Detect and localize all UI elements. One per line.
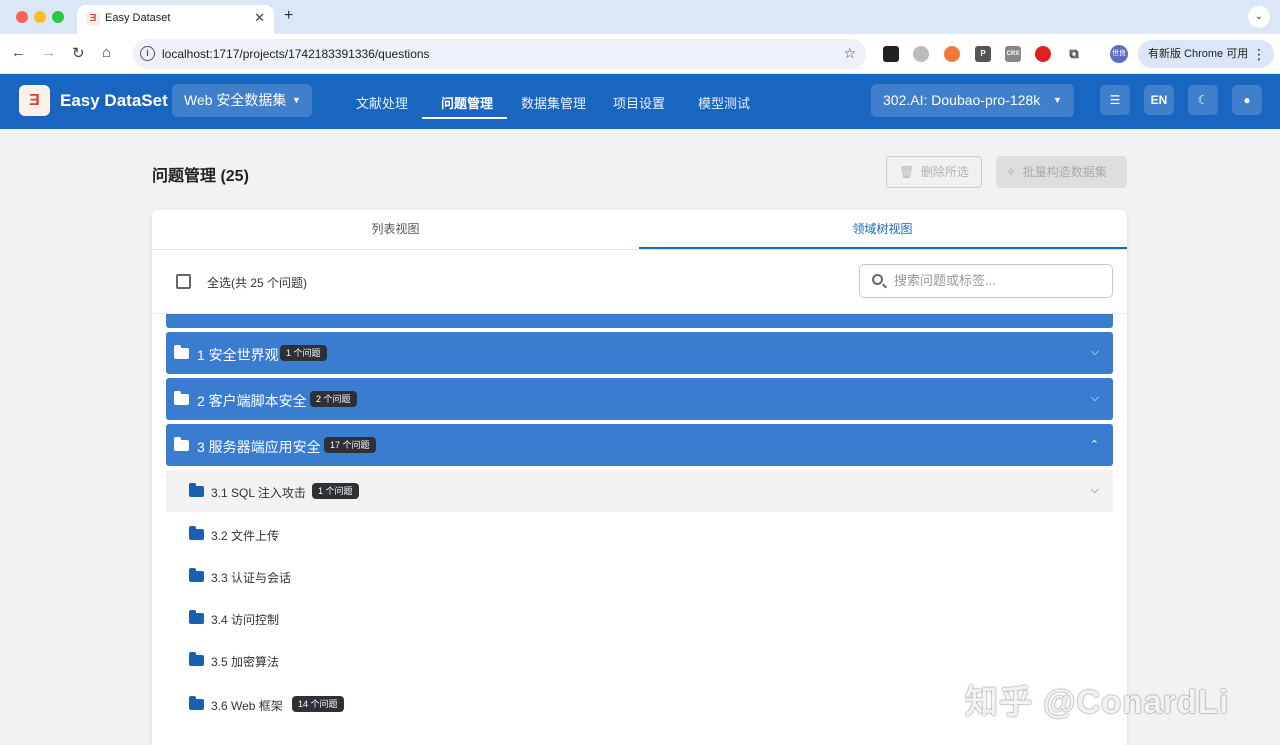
window-minimize-button[interactable] xyxy=(34,11,46,23)
question-count-badge: 2 个问题 xyxy=(310,391,357,407)
window-close-button[interactable] xyxy=(16,11,28,23)
trash-icon: 🗑︎ xyxy=(899,165,915,179)
batch-build-dataset-button[interactable]: ✧ 批量构造数据集 xyxy=(996,156,1127,188)
folder-icon xyxy=(189,610,204,624)
tab-close-icon[interactable]: ✕ xyxy=(254,10,265,26)
question-count-badge: 1 个问题 xyxy=(280,345,327,361)
folder-icon xyxy=(174,345,189,359)
folder-icon xyxy=(189,696,204,710)
search-box[interactable] xyxy=(859,264,1113,298)
question-count-badge: 17 个问题 xyxy=(324,437,376,453)
address-bar[interactable]: i localhost:1717/projects/1742183391336/… xyxy=(133,39,866,69)
address-url[interactable]: localhost:1717/projects/1742183391336/qu… xyxy=(162,47,430,61)
delete-selected-button[interactable]: 🗑︎ 删除所选 xyxy=(886,156,982,188)
magic-wand-icon: ✧ xyxy=(1006,165,1017,179)
window-zoom-button[interactable] xyxy=(52,11,64,23)
profile-avatar[interactable]: 世良 xyxy=(1110,45,1128,63)
kebab-menu-icon[interactable]: ⋮ xyxy=(1252,40,1266,68)
zhihu-watermark: 知乎 @ConardLi xyxy=(965,683,1230,720)
chrome-update-button[interactable]: 有新版 Chrome 可用 ⋮ xyxy=(1138,40,1274,68)
caret-down-icon: ▼ xyxy=(292,95,301,105)
dark-mode-moon-icon[interactable]: ☾ xyxy=(1188,85,1218,115)
question-count-badge: 1 个问题 xyxy=(312,483,359,499)
folder-icon xyxy=(189,526,204,540)
tree-group-label: 3 服务器端应用安全 xyxy=(197,439,321,455)
model-select[interactable]: 302.AI: Doubao-pro-128k ▼ xyxy=(871,84,1074,117)
parking-extension-icon[interactable]: P xyxy=(975,46,991,62)
reload-icon[interactable]: ↻ xyxy=(72,44,85,62)
folder-icon xyxy=(174,437,189,451)
nav-questions[interactable]: 问题管理 xyxy=(441,93,493,112)
divider xyxy=(152,249,1127,250)
questions-card: 列表视图 领域树视图 全选(共 25 个问题) 1 安全世界观 1 个问题 ⌵ … xyxy=(152,210,1127,745)
folder-icon xyxy=(174,391,189,405)
folder-icon xyxy=(189,652,204,666)
tab-domain-tree-view[interactable]: 领域树视图 xyxy=(639,210,1126,248)
chevron-down-icon[interactable]: ⌵ xyxy=(1091,346,1099,359)
app-logo-icon: Ǝ xyxy=(19,85,50,116)
home-icon[interactable]: ⌂ xyxy=(102,44,111,61)
tree-subgroup-row[interactable]: 3.2 文件上传 xyxy=(166,513,1113,555)
list-icon[interactable]: ☰ xyxy=(1100,85,1130,115)
extension-icon[interactable] xyxy=(913,46,929,62)
back-arrow-icon[interactable]: ← xyxy=(11,44,26,61)
crx-extension-icon[interactable]: CRX xyxy=(1005,46,1021,62)
tree-subgroup-label: 3.3 认证与会话 xyxy=(211,571,292,585)
browser-tab-title: Easy Dataset xyxy=(105,12,171,24)
tree-subgroup-label: 3.1 SQL 注入攻击 xyxy=(211,486,306,500)
easy-dataset-favicon-icon: Ǝ xyxy=(86,12,100,26)
tree-subgroup-label: 3.5 加密算法 xyxy=(211,655,280,669)
browser-tab-active[interactable]: Ǝ Easy Dataset ✕ xyxy=(77,5,274,34)
tree-subgroup-label: 3.6 Web 框架 xyxy=(211,699,283,713)
nav-model-test[interactable]: 模型测试 xyxy=(698,93,750,112)
chevron-up-icon[interactable]: ⌃ xyxy=(1090,438,1099,451)
tree-subgroup-row[interactable]: 3.1 SQL 注入攻击 1 个问题 ⌵ xyxy=(166,470,1113,512)
site-info-icon[interactable]: i xyxy=(140,46,155,61)
folder-icon xyxy=(189,568,204,582)
select-all-label: 全选(共 25 个问题) xyxy=(207,276,308,290)
bookmark-star-icon[interactable]: ☆ xyxy=(843,45,856,62)
caret-down-icon: ▼ xyxy=(1053,95,1062,105)
page-title: 问题管理 (25) xyxy=(152,168,249,185)
tree-group-row[interactable]: 1 安全世界观 1 个问题 ⌵ xyxy=(166,332,1113,374)
app-header: Ǝ Easy DataSet Web 安全数据集 ▼ 文献处理 问题管理 数据集… xyxy=(0,74,1280,129)
browser-toolbar: ← → ↻ ⌂ i localhost:1717/projects/174218… xyxy=(0,34,1280,74)
new-tab-icon[interactable]: + xyxy=(284,7,293,25)
nav-active-indicator xyxy=(422,117,507,119)
chevron-down-icon[interactable]: ⌵ xyxy=(1091,484,1099,497)
tree-group-label: 2 客户端脚本安全 xyxy=(197,393,307,409)
github-icon[interactable]: ● xyxy=(1232,85,1262,115)
tree-group-label: 1 安全世界观 xyxy=(197,347,279,363)
tab-list-view[interactable]: 列表视图 xyxy=(152,210,639,248)
project-select[interactable]: Web 安全数据集 ▼ xyxy=(172,84,312,117)
question-count-badge: 14 个问题 xyxy=(292,696,344,712)
tree-group-row[interactable]: 3 服务器端应用安全 17 个问题 ⌃ xyxy=(166,424,1113,466)
browser-tab-bar: Ǝ Easy Dataset ✕ + ⌄ xyxy=(0,0,1280,34)
forward-arrow-icon[interactable]: → xyxy=(41,44,56,61)
tree-subgroup-row[interactable]: 3.3 认证与会话 xyxy=(166,555,1113,597)
nav-literature[interactable]: 文献处理 xyxy=(356,93,408,112)
language-button[interactable]: EN xyxy=(1144,85,1174,115)
chevron-down-icon[interactable]: ⌵ xyxy=(1091,392,1099,405)
tree-subgroup-label: 3.4 访问控制 xyxy=(211,613,280,627)
folder-icon xyxy=(189,483,204,497)
nav-project-settings[interactable]: 项目设置 xyxy=(613,93,665,112)
tab-search-chevron-icon[interactable]: ⌄ xyxy=(1248,6,1270,28)
puzzle-extensions-icon[interactable]: ⧉ xyxy=(1066,46,1082,62)
extension-icon[interactable] xyxy=(883,46,899,62)
tree-subgroup-row[interactable]: 3.4 访问控制 xyxy=(166,597,1113,639)
search-input[interactable] xyxy=(894,273,1104,288)
opera-extension-icon[interactable] xyxy=(1035,46,1051,62)
tree-group-row-partial[interactable] xyxy=(166,314,1113,328)
tree-group-row[interactable]: 2 客户端脚本安全 2 个问题 ⌵ xyxy=(166,378,1113,420)
app-brand: Easy DataSet xyxy=(60,91,168,110)
select-all-checkbox[interactable] xyxy=(176,274,191,289)
search-icon xyxy=(872,274,883,285)
nav-datasets[interactable]: 数据集管理 xyxy=(521,93,586,112)
tree-subgroup-label: 3.2 文件上传 xyxy=(211,529,280,543)
extension-icon[interactable] xyxy=(944,46,960,62)
